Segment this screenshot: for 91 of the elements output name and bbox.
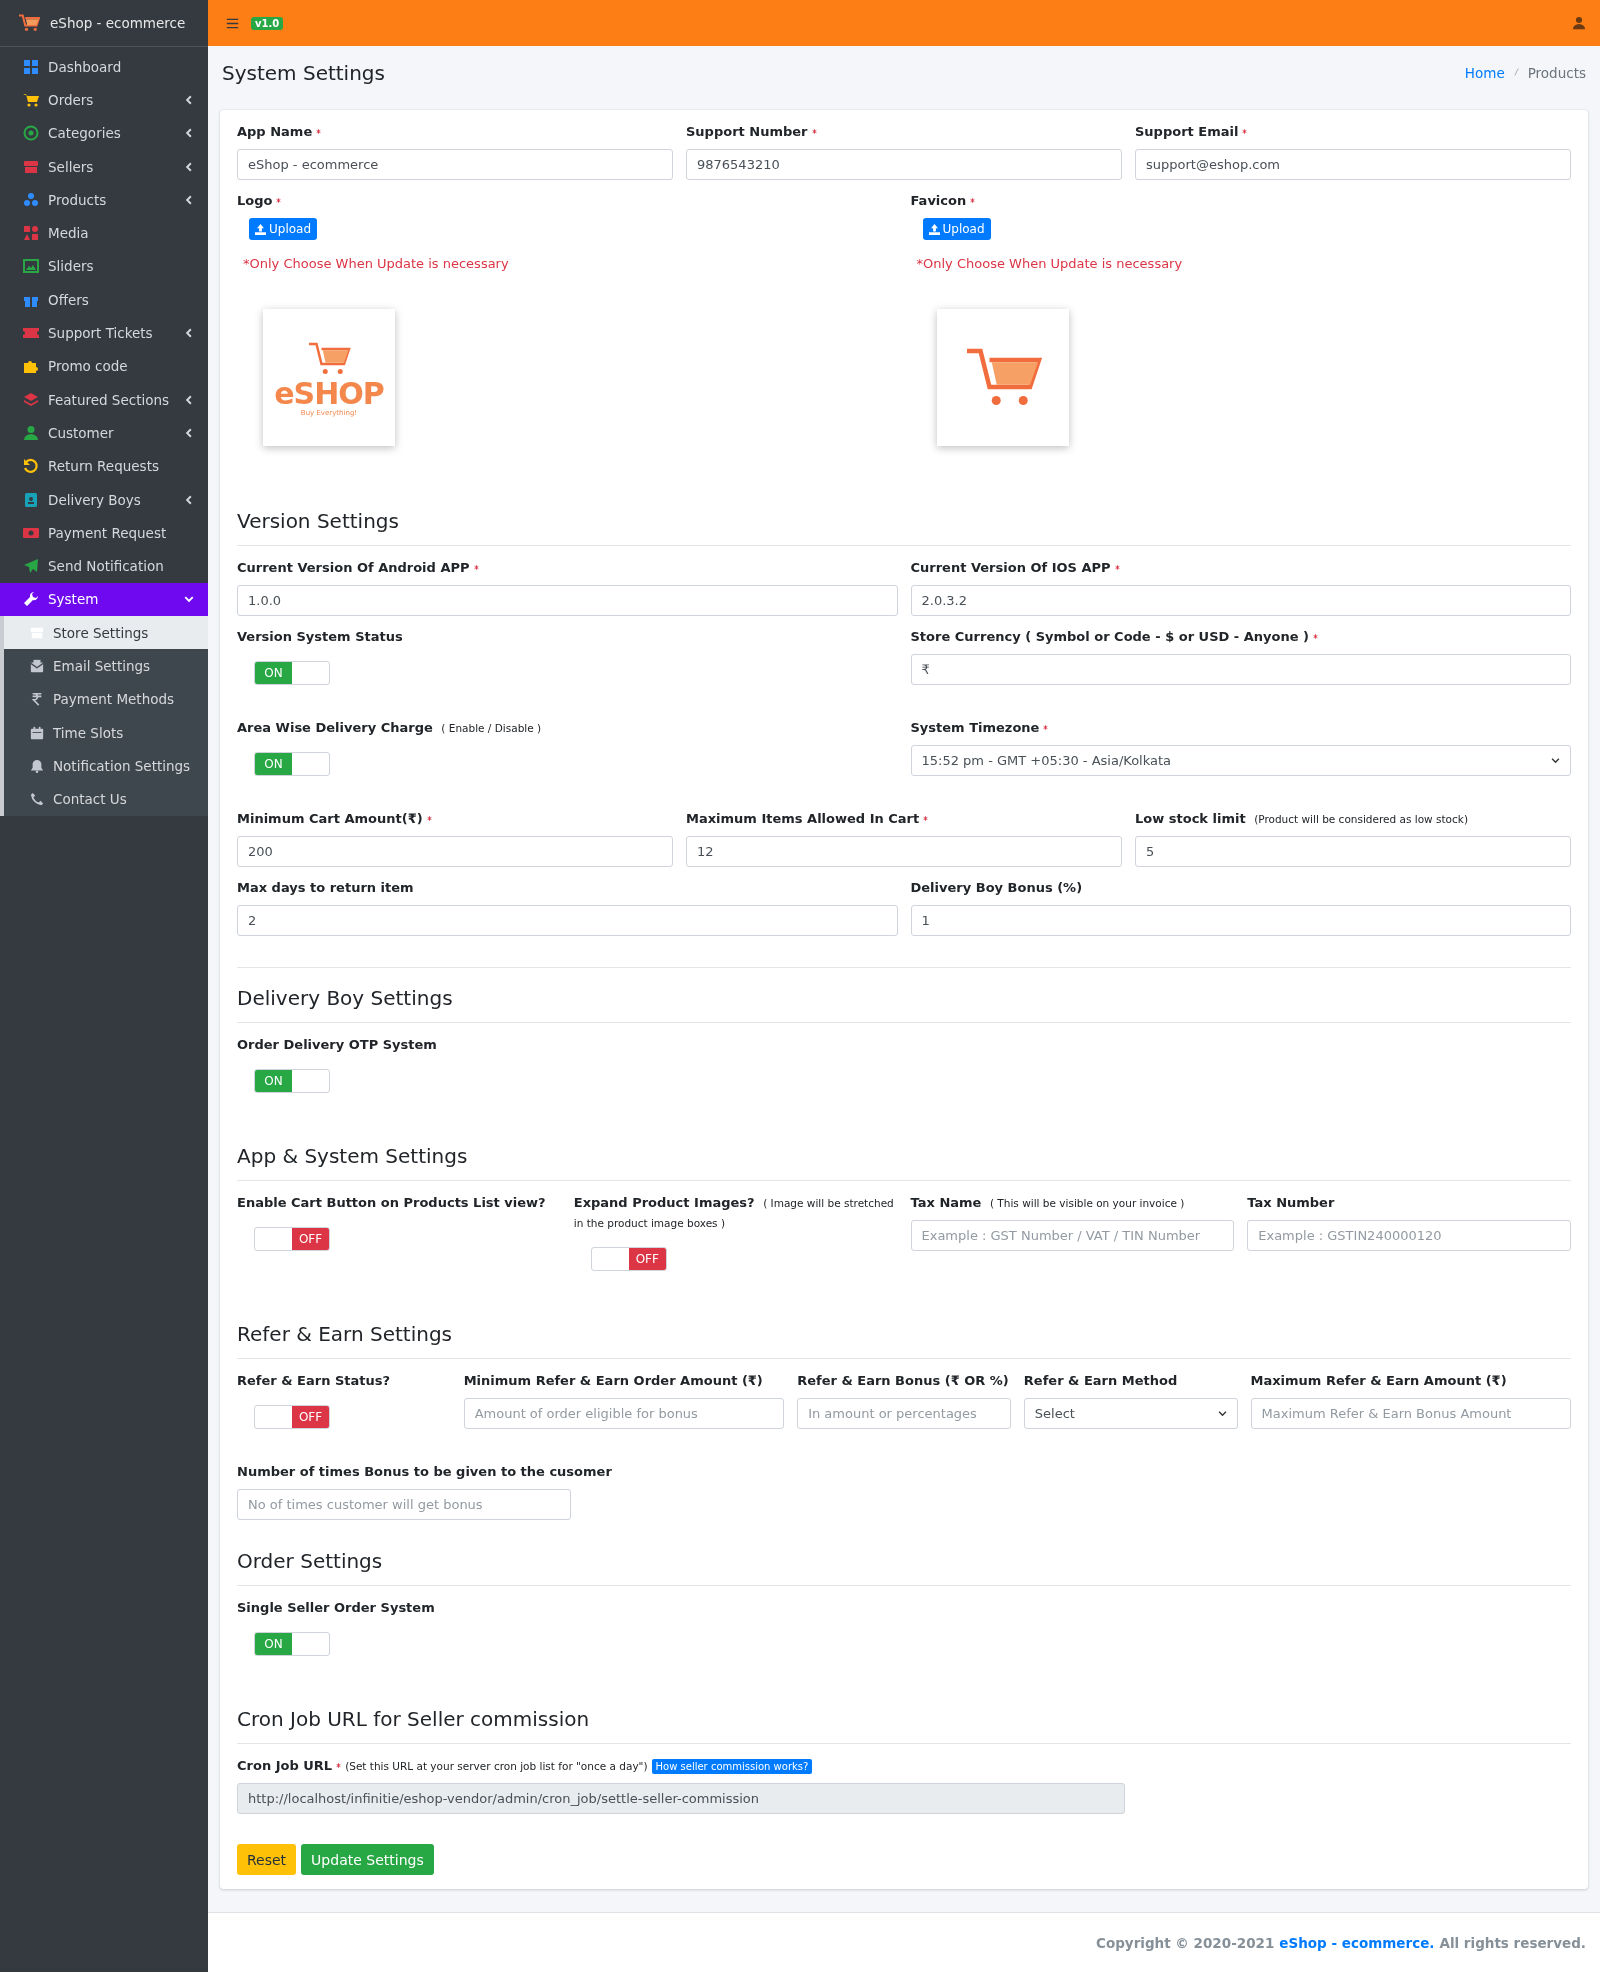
sidebar-item[interactable]: Support Tickets <box>0 316 208 350</box>
copyright-text: Copyright © 2020-2021 <box>1096 1934 1275 1951</box>
app-title: eShop - ecommerce <box>50 15 186 31</box>
sidebar-item[interactable]: Customer <box>0 416 208 450</box>
sidebar-item[interactable]: Return Requests <box>0 449 208 483</box>
field-label: App Name <box>237 124 313 139</box>
field-label: Current Version Of Android APP <box>237 560 470 575</box>
field-label: Low stock limit (Product will be considered as low stock) <box>1135 810 1469 828</box>
input-field[interactable]: 1 <box>910 905 1571 936</box>
sidebar-item[interactable]: Categories <box>0 116 208 150</box>
field-label: Area Wise Delivery Charge ( Enable / Disable ) <box>237 719 543 737</box>
input-field[interactable]: 5 <box>1135 836 1571 867</box>
section-heading: Refer & Earn Settings <box>237 1304 1571 1359</box>
submenu-item[interactable]: Email Settings <box>4 649 208 683</box>
input-field[interactable]: support@eshop.com <box>1135 149 1571 180</box>
sidebar-item[interactable]: Sliders <box>0 249 208 284</box>
section-heading: Version Settings <box>237 491 1571 546</box>
field-label: Store Currency ( Symbol or Code - $ or USD - Anyone ) <box>910 629 1309 644</box>
field-label: Single Seller Order System <box>237 1600 435 1615</box>
submenu-item[interactable]: Store Settings <box>4 616 208 650</box>
section-heading: Cron Job URL for Seller commission <box>237 1689 1571 1744</box>
footer-link[interactable]: eShop - ecommerce. <box>1279 1934 1435 1951</box>
field-label: Maximum Items Allowed In Cart <box>686 811 920 826</box>
field-label: Favicon <box>910 193 967 208</box>
section-heading: Delivery Boy Settings <box>237 968 1571 1023</box>
sidebar-item[interactable]: Sellers <box>0 149 208 184</box>
submenu-item[interactable]: Notification Settings <box>4 749 208 783</box>
field-label: System Timezone <box>910 720 1040 735</box>
page-title: System Settings <box>222 61 386 85</box>
sidebar-item[interactable]: Orders <box>0 83 208 117</box>
sidebar-item[interactable]: Payment Request <box>0 516 208 550</box>
section-heading: App & System Settings <box>237 1126 1571 1181</box>
input-field[interactable]: 2 <box>237 905 898 936</box>
upload-button[interactable]: Upload <box>922 218 991 240</box>
toggle-switch[interactable]: OFF <box>590 1247 667 1271</box>
input-field[interactable]: 9876543210 <box>686 149 1122 180</box>
field-label: Refer & Earn Bonus (₹ OR %) <box>797 1373 1009 1388</box>
field-label: Tax Number <box>1247 1195 1335 1210</box>
sidebar-item[interactable]: Offers <box>0 283 208 317</box>
input-field[interactable]: 1.0.0 <box>237 585 898 616</box>
sidebar-item[interactable]: Delivery Boys <box>0 482 208 517</box>
field-label: Support Number <box>686 124 808 139</box>
select-field[interactable]: Select <box>1023 1398 1238 1429</box>
input-field[interactable]: eShop - ecommerce <box>237 149 673 180</box>
hint-text: (Set this URL at your server cron job list for "once a day") <box>345 1760 648 1772</box>
reset-button[interactable]: Reset <box>237 1844 297 1875</box>
sidebar-item[interactable]: Media <box>0 216 208 250</box>
field-label: Logo <box>237 193 273 208</box>
sidebar-item[interactable]: Featured Sections <box>0 382 208 417</box>
field-label: Minimum Refer & Earn Order Amount (₹) <box>463 1373 763 1388</box>
select-field[interactable]: 15:52 pm - GMT +05:30 - Asia/Kolkata <box>910 745 1571 776</box>
input-field[interactable]: 2.0.3.2 <box>910 585 1571 616</box>
field-label: Number of times Bonus to be given to the cusomer <box>237 1464 612 1479</box>
input-field[interactable]: 12 <box>686 836 1122 867</box>
sidebar-item[interactable]: Dashboard <box>0 50 208 84</box>
breadcrumb-item: Products <box>1527 65 1586 81</box>
toggle-switch[interactable]: OFF <box>254 1405 330 1429</box>
submenu-item[interactable]: Time Slots <box>4 715 208 750</box>
warning-note: *Only Choose When Update is necessary <box>916 256 1184 271</box>
field-label: Refer & Earn Status? <box>237 1373 391 1388</box>
field-label: Tax Name ( This will be visible on your invoice ) <box>910 1194 1186 1212</box>
input-field[interactable]: ₹ <box>910 654 1571 685</box>
warning-note: *Only Choose When Update is necessary <box>243 256 510 271</box>
submenu-item[interactable]: Contact Us <box>4 782 208 816</box>
logo-wordmark: eSHOP <box>274 378 384 409</box>
field-label: Enable Cart Button on Products List view? <box>237 1195 546 1210</box>
field-label: Cron Job URL <box>237 1758 333 1773</box>
field-label: Current Version Of IOS APP <box>910 560 1111 575</box>
field-label: Version System Status <box>237 629 403 644</box>
field-label: Order Delivery OTP System <box>237 1037 437 1052</box>
field-label: Support Email <box>1135 124 1239 139</box>
field-label: Expand Product Images? ( Image will be stretched in the product image boxes ) <box>573 1194 895 1231</box>
field-label: Maximum Refer & Earn Amount (₹) <box>1250 1373 1507 1388</box>
input-field: http://localhost/infinitie/eshop-vendor/admin/cron_job/settle-seller-commission <box>237 1783 1126 1814</box>
field-label: Max days to return item <box>237 880 414 895</box>
toggle-switch[interactable]: OFF <box>254 1227 330 1251</box>
version-badge: v1.0 <box>251 16 284 30</box>
copyright-text: All rights reserved. <box>1439 1934 1586 1951</box>
section-heading: Order Settings <box>237 1531 1571 1586</box>
field-label: Delivery Boy Bonus (%) <box>910 880 1083 895</box>
field-label: Refer & Earn Method <box>1023 1373 1178 1388</box>
sidebar-item[interactable]: System <box>0 582 208 617</box>
help-link[interactable]: How seller commission works? <box>651 1759 813 1774</box>
input-field[interactable]: 200 <box>237 836 673 867</box>
breadcrumb-link[interactable]: Home <box>1464 65 1505 81</box>
submenu-item[interactable]: Payment Methods <box>4 682 208 716</box>
sidebar-item[interactable]: Send Notification <box>0 549 208 583</box>
sidebar-item[interactable]: Promo code <box>0 349 208 383</box>
sidebar-item[interactable]: Products <box>0 183 208 217</box>
field-label: Minimum Cart Amount(₹) <box>237 811 423 826</box>
upload-button[interactable]: Upload <box>249 218 318 240</box>
